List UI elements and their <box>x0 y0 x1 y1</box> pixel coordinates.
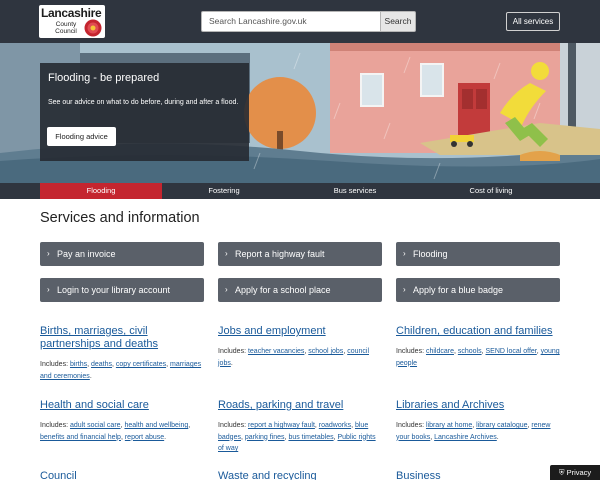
school-place-button[interactable]: › Apply for a school place <box>218 278 382 302</box>
topic-link[interactable]: library catalogue <box>476 422 527 429</box>
chevron-right-icon: › <box>47 249 50 258</box>
library-login-button[interactable]: › Login to your library account <box>40 278 204 302</box>
flooding-button[interactable]: › Flooding <box>396 242 560 266</box>
service-label: Apply for a school place <box>235 285 331 295</box>
topic-link[interactable]: health and wellbeing <box>124 422 188 429</box>
topic-includes: Includes: library at home, library catal… <box>396 422 551 441</box>
hero-description: See our advice on what to do before, dur… <box>48 99 239 106</box>
privacy-button[interactable]: ⛨ Privacy <box>550 465 600 480</box>
topic-link[interactable]: copy certificates <box>116 361 166 368</box>
topic-link[interactable]: schools <box>458 348 482 355</box>
topic-link[interactable]: report abuse <box>125 434 164 441</box>
hero-card: Flooding - be prepared See our advice on… <box>40 63 249 161</box>
topic-title-link[interactable]: Council <box>40 470 205 480</box>
topic-births: Births, marriages, civil partnerships an… <box>40 325 205 382</box>
topic-link[interactable]: school jobs <box>308 348 343 355</box>
pay-invoice-button[interactable]: › Pay an invoice <box>40 242 204 266</box>
topic-link[interactable]: report a highway fault <box>248 422 315 429</box>
shield-icon: ⛨ <box>558 468 565 477</box>
topic-title-link[interactable]: Children, education and families <box>396 325 561 338</box>
topic-includes: Includes: births, deaths, copy certifica… <box>40 361 202 380</box>
topic-link[interactable]: parking fines <box>245 434 285 441</box>
topic-title-link[interactable]: Births, marriages, civil partnerships an… <box>40 325 205 351</box>
report-highway-fault-button[interactable]: › Report a highway fault <box>218 242 382 266</box>
tab-flooding[interactable]: Flooding <box>40 183 162 199</box>
chevron-right-icon: › <box>225 285 228 294</box>
topic-health: Health and social care Includes: adult s… <box>40 399 205 443</box>
includes-label: Includes: <box>40 361 70 368</box>
blue-badge-button[interactable]: › Apply for a blue badge <box>396 278 560 302</box>
includes-label: Includes: <box>40 422 70 429</box>
topic-title-link[interactable]: Roads, parking and travel <box>218 399 383 412</box>
all-services-button[interactable]: All services <box>506 12 560 31</box>
topic-link[interactable]: Lancashire Archives <box>434 434 497 441</box>
topic-link[interactable]: births <box>70 361 87 368</box>
logo-subtitle: County Council <box>55 21 77 35</box>
topic-link[interactable]: adult social care <box>70 422 121 429</box>
topic-link[interactable]: SEND local offer <box>486 348 537 355</box>
topic-link[interactable]: teacher vacancies <box>248 348 304 355</box>
chevron-right-icon: › <box>47 285 50 294</box>
chevron-right-icon: › <box>225 249 228 258</box>
tab-bus-services[interactable]: Bus services <box>294 183 416 199</box>
topic-libraries: Libraries and Archives Includes: library… <box>396 399 561 443</box>
topic-council: Council <box>40 470 205 480</box>
topic-title-link[interactable]: Waste and recycling <box>218 470 383 480</box>
topic-link[interactable]: childcare <box>426 348 454 355</box>
service-label: Apply for a blue badge <box>413 285 504 295</box>
includes-label: Includes: <box>396 422 426 429</box>
privacy-label: Privacy <box>566 468 592 477</box>
service-label: Flooding <box>413 249 448 259</box>
topic-roads: Roads, parking and travel Includes: repo… <box>218 399 383 455</box>
includes-label: Includes: <box>396 348 426 355</box>
topic-waste: Waste and recycling <box>218 470 383 480</box>
featured-nav: Flooding Fostering Bus services Cost of … <box>0 183 600 199</box>
topic-includes: Includes: childcare, schools, SEND local… <box>396 348 560 367</box>
includes-label: Includes: <box>218 348 248 355</box>
lancashire-logo[interactable]: Lancashire County Council <box>39 5 105 38</box>
tab-cost-of-living[interactable]: Cost of living <box>430 183 552 199</box>
topic-title-link[interactable]: Libraries and Archives <box>396 399 561 412</box>
search-button[interactable]: Search <box>380 11 416 32</box>
search-input[interactable]: Search Lancashire.gov.uk <box>201 11 381 32</box>
hero-title: Flooding - be prepared <box>48 72 160 84</box>
tab-fostering[interactable]: Fostering <box>163 183 285 199</box>
topic-link[interactable]: library at home <box>426 422 472 429</box>
topic-title-link[interactable]: Jobs and employment <box>218 325 383 338</box>
section-title: Services and information <box>40 210 200 226</box>
service-label: Pay an invoice <box>57 249 116 259</box>
includes-label: Includes: <box>218 422 248 429</box>
topic-link[interactable]: deaths <box>91 361 112 368</box>
site-header: Lancashire County Council Search Lancash… <box>0 0 600 43</box>
topic-jobs: Jobs and employment Includes: teacher va… <box>218 325 383 369</box>
topic-includes: Includes: adult social care, health and … <box>40 422 191 441</box>
topic-includes: Includes: report a highway fault, roadwo… <box>218 422 376 452</box>
chevron-right-icon: › <box>403 249 406 258</box>
service-label: Login to your library account <box>57 285 171 295</box>
hero-banner: Flooding - be prepared See our advice on… <box>0 43 600 183</box>
flooding-advice-button[interactable]: Flooding advice <box>47 127 116 146</box>
topic-title-link[interactable]: Business <box>396 470 561 480</box>
topic-children: Children, education and families Include… <box>396 325 561 369</box>
topic-includes: Includes: teacher vacancies, school jobs… <box>218 348 369 367</box>
topic-link[interactable]: bus timetables <box>288 434 333 441</box>
topic-business: Business <box>396 470 561 480</box>
service-label: Report a highway fault <box>235 249 325 259</box>
red-rose-icon <box>84 19 102 37</box>
topic-title-link[interactable]: Health and social care <box>40 399 205 412</box>
topic-link[interactable]: roadworks <box>319 422 351 429</box>
chevron-right-icon: › <box>403 285 406 294</box>
topic-link[interactable]: benefits and financial help <box>40 434 121 441</box>
